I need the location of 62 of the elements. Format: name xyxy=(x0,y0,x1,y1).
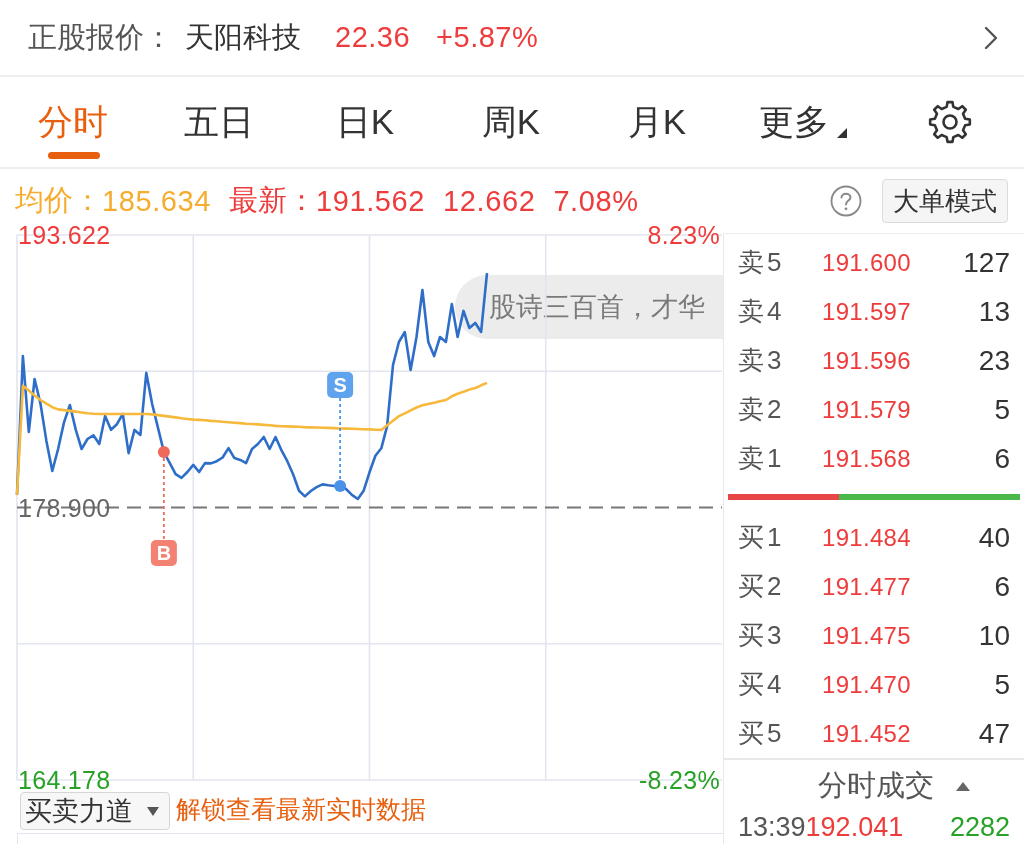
ask-price: 191.579 xyxy=(822,395,911,424)
settings-icon[interactable] xyxy=(928,100,972,144)
ask-price: 191.597 xyxy=(822,297,911,326)
latest-price-value: 191.562 xyxy=(316,184,426,218)
ask-level-label: 卖1 xyxy=(738,442,786,475)
bid-volume: 10 xyxy=(978,619,1010,652)
ask-level-label: 卖3 xyxy=(738,344,786,377)
period-tab[interactable]: 五日 xyxy=(146,77,292,167)
ask-volume: 13 xyxy=(978,295,1010,328)
ask-volume: 6 xyxy=(994,442,1010,475)
quote-label: 正股报价： xyxy=(28,19,173,55)
period-tab[interactable]: 周K xyxy=(438,77,584,167)
indicator-dropdown[interactable]: 买卖力道 xyxy=(20,792,170,830)
help-icon[interactable] xyxy=(830,185,862,217)
percent-axis-label: -8.23% xyxy=(639,766,720,794)
chevron-right-icon[interactable] xyxy=(984,25,998,50)
comment-bubble: 股诗三百首，才华 xyxy=(455,275,723,339)
stock-price: 22.36 xyxy=(335,21,411,54)
dropdown-triangle-icon xyxy=(837,128,847,138)
period-tab[interactable]: 日K xyxy=(292,77,438,167)
bid-level-label: 买3 xyxy=(738,619,786,652)
bid-price: 191.470 xyxy=(822,670,911,699)
average-price-value: 185.634 xyxy=(102,184,212,218)
ask-level-label: 卖2 xyxy=(738,393,786,426)
trade-price: 192.041 xyxy=(805,812,904,842)
bid-price: 191.452 xyxy=(822,719,911,748)
trade-volume: 2282 xyxy=(949,812,1010,842)
bid-level-label: 买5 xyxy=(738,717,786,750)
bid-price: 191.475 xyxy=(822,621,911,650)
trade-time: 13:39 xyxy=(738,812,806,842)
ask-volume: 23 xyxy=(978,344,1010,377)
period-tab[interactable]: 月K xyxy=(584,77,730,167)
price-change-value: 12.662 xyxy=(443,184,536,218)
bid-volume: 5 xyxy=(994,668,1010,701)
y-axis-label: 164.178 xyxy=(18,766,111,794)
ask-volume: 127 xyxy=(963,246,1010,279)
ask-price: 191.600 xyxy=(822,248,911,277)
bid-price: 191.477 xyxy=(822,572,911,601)
bid-volume: 47 xyxy=(978,717,1010,750)
bid-level-label: 买2 xyxy=(738,570,786,603)
stock-name: 天阳科技 xyxy=(185,19,301,55)
dropdown-triangle-icon xyxy=(147,806,159,816)
ask-level-label: 卖5 xyxy=(738,246,786,279)
bid-price: 191.484 xyxy=(822,523,911,552)
stock-change: +5.87% xyxy=(436,21,539,54)
bid-volume: 6 xyxy=(994,570,1010,603)
collapse-triangle-icon xyxy=(956,781,970,791)
ask-price: 191.596 xyxy=(822,346,911,375)
percent-axis-label: 8.23% xyxy=(647,221,720,249)
ask-volume: 5 xyxy=(994,393,1010,426)
average-price-label: 均价： xyxy=(15,183,102,218)
trades-toggle[interactable]: 分时成交 xyxy=(818,766,970,806)
ask-price: 191.568 xyxy=(822,444,911,473)
bid-volume: 40 xyxy=(978,521,1010,554)
latest-price-label: 最新： xyxy=(229,183,317,218)
bid-level-label: 买1 xyxy=(738,521,786,554)
large-order-mode-button[interactable]: 大单模式 xyxy=(882,179,1008,223)
bid-level-label: 买4 xyxy=(738,668,786,701)
price-change-percent: 7.08% xyxy=(553,184,639,218)
y-axis-label: 193.622 xyxy=(18,221,111,249)
period-tab[interactable]: 更多 xyxy=(730,77,876,167)
ask-level-label: 卖4 xyxy=(738,295,786,328)
